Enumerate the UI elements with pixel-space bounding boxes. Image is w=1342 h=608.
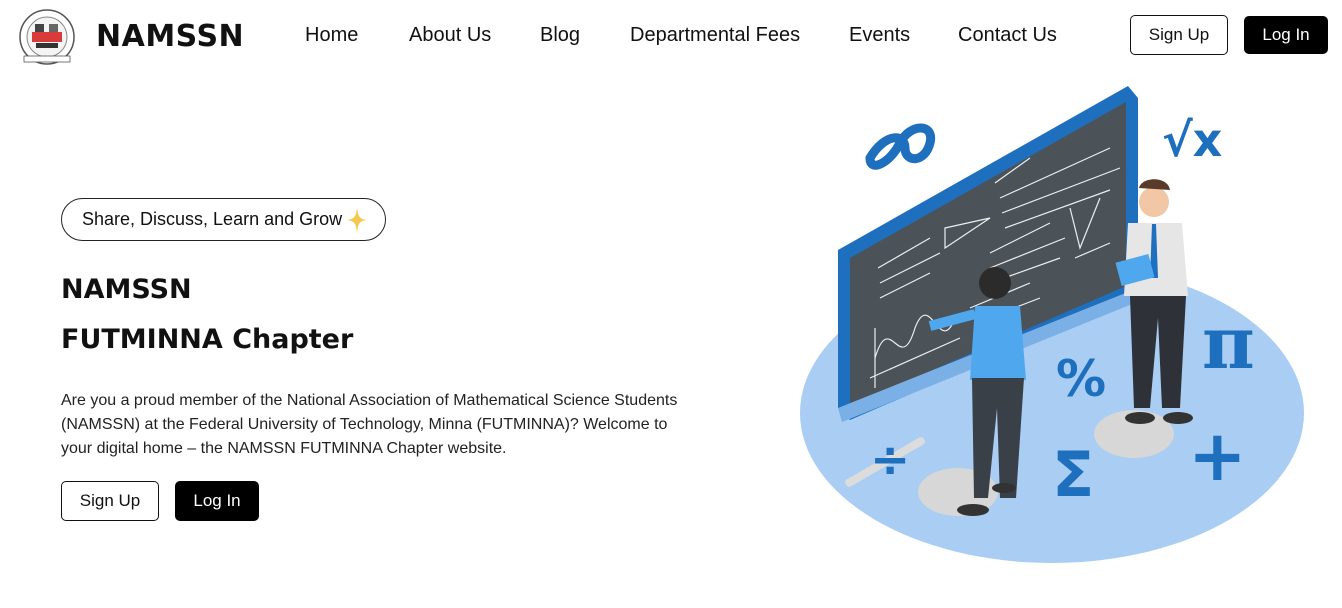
nav-link-about-us[interactable]: About Us xyxy=(409,24,491,47)
sigma-symbol: Σ xyxy=(1052,438,1094,511)
math-classroom-illustration: √x % Σ π ÷ + xyxy=(800,86,1304,563)
nav-link-departmental-fees[interactable]: Departmental Fees xyxy=(630,24,800,47)
nav-link-home[interactable]: Home xyxy=(305,24,358,47)
divide-symbol: ÷ xyxy=(870,432,910,488)
tagline-text: Share, Discuss, Learn and Grow xyxy=(82,209,343,229)
brand-name[interactable]: NAMSSN xyxy=(96,19,244,54)
nav-link-contact-us[interactable]: Contact Us xyxy=(958,24,1057,47)
hero-title-line2: FUTMINNA Chapter xyxy=(61,324,354,355)
sparkle-icon xyxy=(347,207,367,233)
top-navbar: NAMSSN Home About Us Blog Departmental F… xyxy=(0,0,1342,76)
plus-symbol: + xyxy=(1188,415,1247,497)
nav-login-button[interactable]: Log In xyxy=(1244,16,1328,54)
hero-login-button[interactable]: Log In xyxy=(175,481,259,521)
percent-symbol: % xyxy=(1056,350,1106,408)
nav-link-blog[interactable]: Blog xyxy=(540,24,580,47)
nav-signup-button[interactable]: Sign Up xyxy=(1130,15,1228,55)
sqrt-x-symbol: √x xyxy=(1162,113,1222,167)
nav-link-events[interactable]: Events xyxy=(849,24,910,47)
hero-description: Are you a proud member of the National A… xyxy=(61,392,678,457)
hero-title-line1: NAMSSN xyxy=(61,274,192,305)
tagline-pill: Share, Discuss, Learn and Grow xyxy=(61,198,386,241)
namssn-logo-seal[interactable] xyxy=(18,8,76,66)
pi-symbol: π xyxy=(1202,300,1255,385)
hero-signup-button[interactable]: Sign Up xyxy=(61,481,159,521)
infinity-symbol xyxy=(865,123,936,170)
